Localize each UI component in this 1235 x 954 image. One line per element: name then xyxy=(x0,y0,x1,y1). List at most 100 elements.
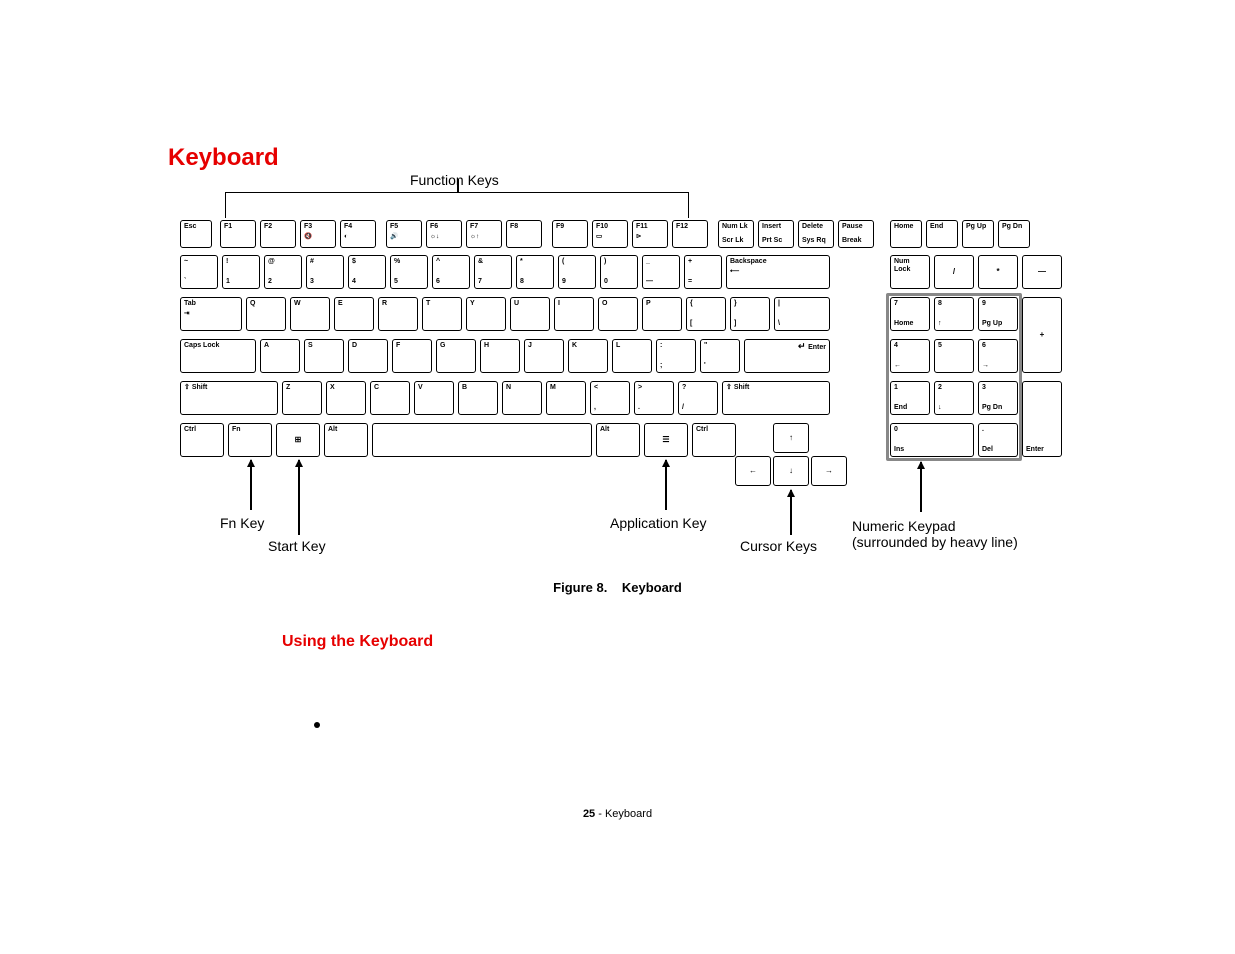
key-f3: F3🔇 xyxy=(300,220,336,248)
numpad-2: 2↓ xyxy=(934,381,974,415)
key-v: V xyxy=(414,381,454,415)
key-arrow-down: ↓ xyxy=(773,456,809,486)
sub-heading: Using the Keyboard xyxy=(282,633,433,651)
key-application: ☰ xyxy=(644,423,688,457)
key-5: %5 xyxy=(390,255,428,289)
numpad-0: 0Ins xyxy=(890,423,974,457)
key-windows: ⊞ xyxy=(276,423,320,457)
key-j: J xyxy=(524,339,564,373)
key-alt-right: Alt xyxy=(596,423,640,457)
key-arrow-up: ↑ xyxy=(773,423,809,453)
key-i: I xyxy=(554,297,594,331)
key-4: $4 xyxy=(348,255,386,289)
page-title: Keyboard xyxy=(168,144,279,172)
key-rbracket: }] xyxy=(730,297,770,331)
callout-application-key: Application Key xyxy=(610,515,707,531)
callout-arrow-app xyxy=(665,460,667,510)
callout-arrow-fn xyxy=(250,460,252,510)
key-f10: F10▭ xyxy=(592,220,628,248)
key-slash: ?/ xyxy=(678,381,718,415)
key-w: W xyxy=(290,297,330,331)
numpad-9: 9Pg Up xyxy=(978,297,1018,331)
numpad-3: 3Pg Dn xyxy=(978,381,1018,415)
key-m: M xyxy=(546,381,586,415)
key-space xyxy=(372,423,592,457)
key-f12: F12 xyxy=(672,220,708,248)
key-6: ^6 xyxy=(432,255,470,289)
figure-caption: Figure 8. Keyboard xyxy=(0,580,1235,595)
key-semicolon: :; xyxy=(656,339,696,373)
key-f7: F7☼↑ xyxy=(466,220,502,248)
key-enter: ↵ Enter xyxy=(744,339,830,373)
keyboard-diagram: Esc F1 F2 F3🔇 F4◐ F5🔊 F6☼↓ F7☼↑ F8 F9 F1… xyxy=(180,220,1030,486)
numpad-7: 7Home xyxy=(890,297,930,331)
numpad-5: 5 xyxy=(934,339,974,373)
key-f11: F11⊳ xyxy=(632,220,668,248)
key-h: H xyxy=(480,339,520,373)
key-quote: "' xyxy=(700,339,740,373)
menu-icon: ☰ xyxy=(662,436,669,445)
callout-arrow-cursor xyxy=(790,490,792,535)
key-backspace: Backspace⟵ xyxy=(726,255,830,289)
key-arrow-left: ← xyxy=(735,456,771,486)
key-r: R xyxy=(378,297,418,331)
key-1: !1 xyxy=(222,255,260,289)
key-u: U xyxy=(510,297,550,331)
key-alt-left: Alt xyxy=(324,423,368,457)
key-ctrl-right: Ctrl xyxy=(692,423,736,457)
page-footer: 25 - Keyboard xyxy=(0,808,1235,820)
key-a: A xyxy=(260,339,300,373)
key-period: >. xyxy=(634,381,674,415)
key-esc: Esc xyxy=(180,220,212,248)
numpad-divide: / xyxy=(934,255,974,289)
label-function-keys: Function Keys xyxy=(410,172,499,188)
key-backslash: |\ xyxy=(774,297,830,331)
function-keys-bracket xyxy=(225,192,689,218)
callout-cursor-keys: Cursor Keys xyxy=(740,538,817,554)
numpad-6: 6→ xyxy=(978,339,1018,373)
key-g: G xyxy=(436,339,476,373)
numpad-8: 8↑ xyxy=(934,297,974,331)
key-8: *8 xyxy=(516,255,554,289)
key-lbracket: {[ xyxy=(686,297,726,331)
key-pgdn: Pg Dn xyxy=(998,220,1030,248)
key-2: @2 xyxy=(264,255,302,289)
key-d: D xyxy=(348,339,388,373)
key-shift-left: ⇧ Shift xyxy=(180,381,278,415)
bullet-icon xyxy=(314,722,320,728)
key-insert-prtsc: InsertPrt Sc xyxy=(758,220,794,248)
callout-arrow-numpad xyxy=(920,462,922,512)
key-ctrl-left: Ctrl xyxy=(180,423,224,457)
windows-icon: ⊞ xyxy=(295,436,302,445)
key-b: B xyxy=(458,381,498,415)
key-pause-break: PauseBreak xyxy=(838,220,874,248)
numpad-4: 4← xyxy=(890,339,930,373)
key-f8: F8 xyxy=(506,220,542,248)
key-t: T xyxy=(422,297,462,331)
key-f1: F1 xyxy=(220,220,256,248)
callout-fn-key: Fn Key xyxy=(220,515,264,531)
key-y: Y xyxy=(466,297,506,331)
key-p: P xyxy=(642,297,682,331)
callout-numeric-keypad: Numeric Keypad (surrounded by heavy line… xyxy=(852,518,1018,550)
key-home: Home xyxy=(890,220,922,248)
key-minus: _— xyxy=(642,255,680,289)
key-9: (9 xyxy=(558,255,596,289)
key-q: Q xyxy=(246,297,286,331)
key-numlk-scrlk: Num LkScr Lk xyxy=(718,220,754,248)
callout-start-key: Start Key xyxy=(268,538,326,554)
key-equals: += xyxy=(684,255,722,289)
key-c: C xyxy=(370,381,410,415)
key-f4: F4◐ xyxy=(340,220,376,248)
key-grave: ~` xyxy=(180,255,218,289)
key-comma: <, xyxy=(590,381,630,415)
key-o: O xyxy=(598,297,638,331)
numpad-decimal: .Del xyxy=(978,423,1018,457)
key-pgup: Pg Up xyxy=(962,220,994,248)
key-tab: Tab⇥ xyxy=(180,297,242,331)
numpad-multiply: * xyxy=(978,255,1018,289)
key-f6: F6☼↓ xyxy=(426,220,462,248)
numpad-enter: Enter xyxy=(1022,381,1062,457)
key-fn: Fn xyxy=(228,423,272,457)
key-shift-right: ⇧ Shift xyxy=(722,381,830,415)
